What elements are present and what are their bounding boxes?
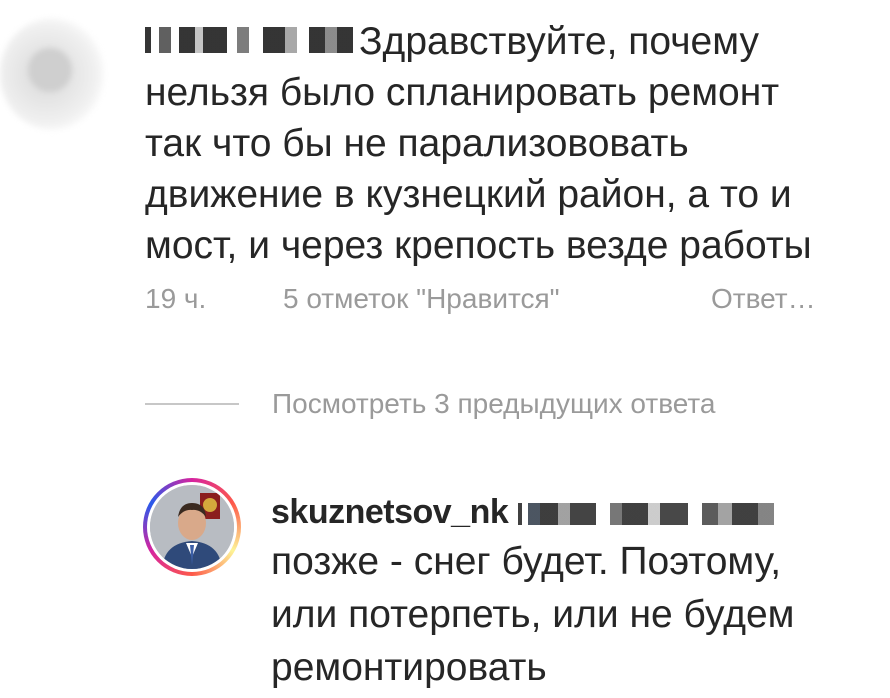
- divider-line: [145, 403, 239, 405]
- profile-photo: [150, 485, 234, 569]
- comment-line-5: мост, и через крепость везде работы: [145, 224, 812, 267]
- redacted-mention[interactable]: [518, 503, 775, 525]
- view-previous-replies[interactable]: Посмотреть 3 предыдущих ответа: [145, 388, 716, 420]
- reply-line-3: ремонтировать: [271, 646, 547, 689]
- reply-avatar[interactable]: [143, 478, 241, 576]
- reply-username[interactable]: skuznetsov_nk: [271, 490, 509, 534]
- reply-line-2: или потерпеть, или не будем: [271, 593, 795, 636]
- comment-time: 19 ч.: [145, 283, 207, 314]
- likes-count-link[interactable]: 5 отметок "Нравится": [283, 283, 711, 315]
- reply-body: позже - снег будет. Поэтому, или потерпе…: [271, 535, 871, 694]
- comment-line-2: нельзя было спланировать ремонт: [145, 71, 780, 114]
- comment-avatar[interactable]: [0, 18, 104, 130]
- person-icon: [150, 485, 234, 569]
- avatar-silhouette-icon: [28, 48, 72, 92]
- reply-line-1: позже - снег будет. Поэтому,: [271, 540, 782, 583]
- reply-header: skuznetsov_nk: [271, 490, 775, 534]
- view-previous-label[interactable]: Посмотреть 3 предыдущих ответа: [272, 388, 716, 420]
- comment-line-3: так что бы не парализововать: [145, 122, 689, 165]
- comment-line-4: движение в кузнецкий район, а то и: [145, 173, 792, 216]
- reply-button[interactable]: Ответ…: [711, 283, 816, 315]
- comment-body: Здравствуйте, почему нельзя было спланир…: [145, 16, 885, 271]
- redacted-username[interactable]: [145, 26, 353, 53]
- comment-meta: 19 ч. 5 отметок "Нравится" Ответ…: [145, 283, 816, 315]
- comment-line-1: Здравствуйте, почему: [145, 16, 885, 67]
